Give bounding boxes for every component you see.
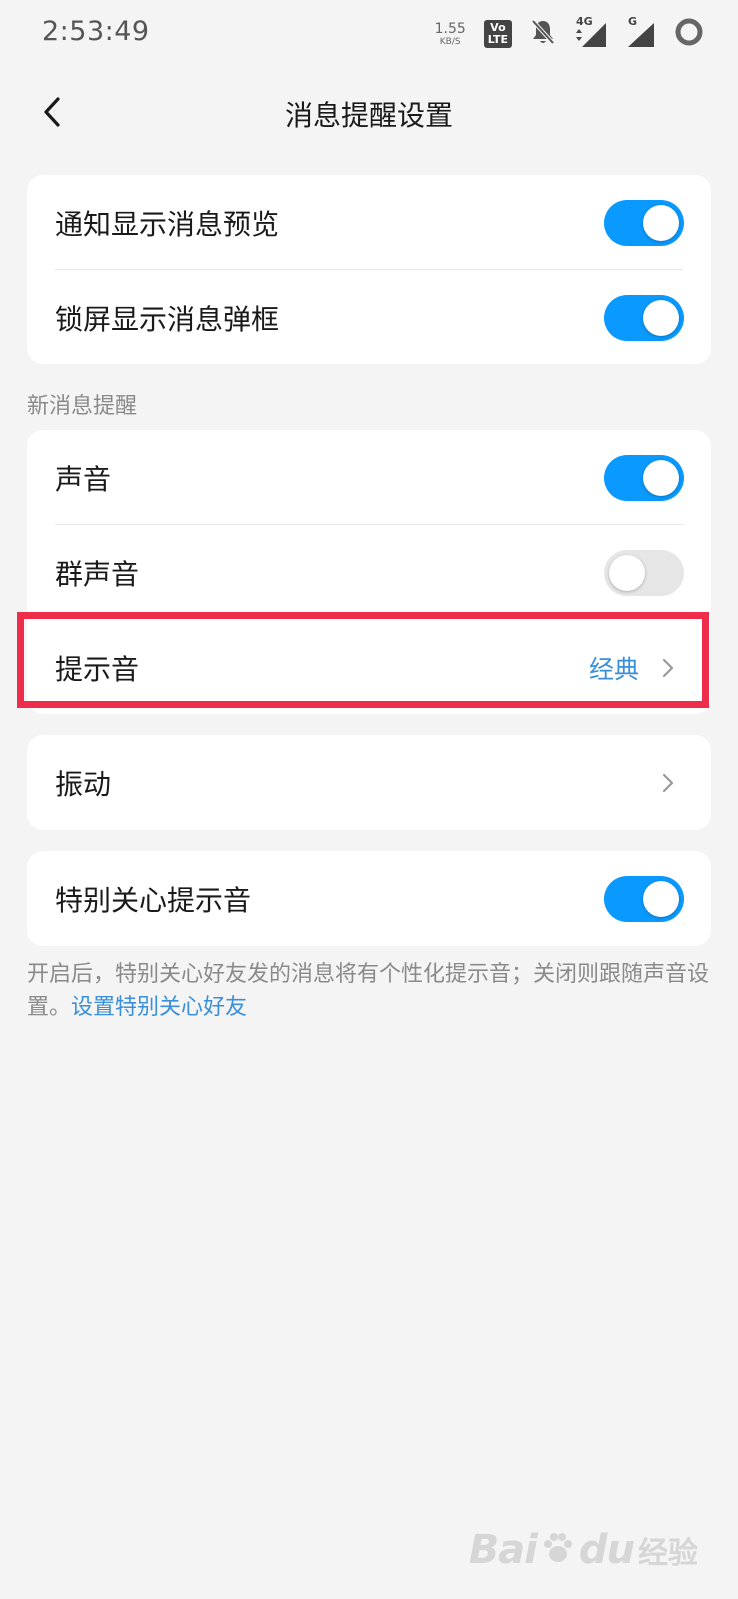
signal-4g-icon: 4G xyxy=(574,15,608,49)
row-label: 锁屏显示消息弹框 xyxy=(55,302,280,336)
preview-settings-card: 通知显示消息预览 锁屏显示消息弹框 xyxy=(27,175,711,364)
page-title: 消息提醒设置 xyxy=(284,99,453,132)
status-bar: 2:53:49 1.55 KB/S Vo LTE 4G G xyxy=(0,0,738,70)
notification-preview-toggle[interactable] xyxy=(604,199,684,246)
battery-ring-icon xyxy=(674,17,704,51)
chevron-right-icon xyxy=(657,772,679,794)
row-group-sound[interactable]: 群声音 xyxy=(27,525,711,620)
row-label: 声音 xyxy=(55,462,112,496)
toggle-knob xyxy=(643,459,679,496)
volte-icon: Vo LTE xyxy=(483,20,512,48)
nav-bar: 消息提醒设置 xyxy=(0,80,738,146)
status-time: 2:53:49 xyxy=(42,16,150,47)
watermark-suffix: du xyxy=(578,1527,635,1573)
signal-g-icon: G xyxy=(626,15,656,49)
row-label: 提示音 xyxy=(55,652,140,686)
baidu-watermark: Bai du 经验 xyxy=(469,1527,698,1573)
row-label: 特别关心提示音 xyxy=(55,883,252,917)
lockscreen-popup-toggle[interactable] xyxy=(604,294,684,341)
row-label: 振动 xyxy=(55,767,112,801)
group-sound-toggle[interactable] xyxy=(604,549,684,596)
bell-muted-icon xyxy=(530,18,556,50)
row-special-care-tone[interactable]: 特别关心提示音 xyxy=(27,851,711,946)
network-speed-value: 1.55 xyxy=(434,20,466,37)
paw-icon xyxy=(541,1531,575,1569)
status-icons: 1.55 KB/S Vo LTE 4G G xyxy=(435,14,704,54)
row-label: 群声音 xyxy=(55,557,140,591)
row-lockscreen-popup[interactable]: 锁屏显示消息弹框 xyxy=(27,270,711,365)
toggle-knob xyxy=(643,880,679,917)
row-vibration[interactable]: 振动 xyxy=(27,735,711,830)
sound-toggle[interactable] xyxy=(604,454,684,501)
volte-bottom-label: LTE xyxy=(487,33,508,46)
toggle-knob xyxy=(643,204,679,241)
special-care-footnote: 开启后，特别关心好友发的消息将有个性化提示音；关闭则跟随声音设置。设置特别关心好… xyxy=(27,958,711,1024)
watermark-product: 经验 xyxy=(638,1536,698,1571)
watermark-brand: Bai xyxy=(468,1527,538,1573)
toggle-knob xyxy=(609,554,645,591)
vibration-card: 振动 xyxy=(27,735,711,830)
toggle-knob xyxy=(643,299,679,336)
row-sound[interactable]: 声音 xyxy=(27,430,711,525)
notification-tone-value: 经典 xyxy=(588,654,639,684)
new-message-card: 声音 群声音 提示音 经典 xyxy=(27,430,711,714)
network-speed-unit: KB/S xyxy=(439,36,461,47)
set-special-care-friends-link[interactable]: 设置特别关心好友 xyxy=(71,995,247,1020)
section-label-new-message: 新消息提醒 xyxy=(27,394,138,419)
row-label: 通知显示消息预览 xyxy=(55,207,280,241)
network-speed: 1.55 KB/S xyxy=(435,22,466,47)
row-notification-preview[interactable]: 通知显示消息预览 xyxy=(27,175,711,270)
special-care-tone-toggle[interactable] xyxy=(604,875,684,922)
chevron-right-icon xyxy=(657,657,679,679)
special-care-card: 特别关心提示音 xyxy=(27,851,711,946)
row-notification-tone[interactable]: 提示音 经典 xyxy=(27,620,711,715)
